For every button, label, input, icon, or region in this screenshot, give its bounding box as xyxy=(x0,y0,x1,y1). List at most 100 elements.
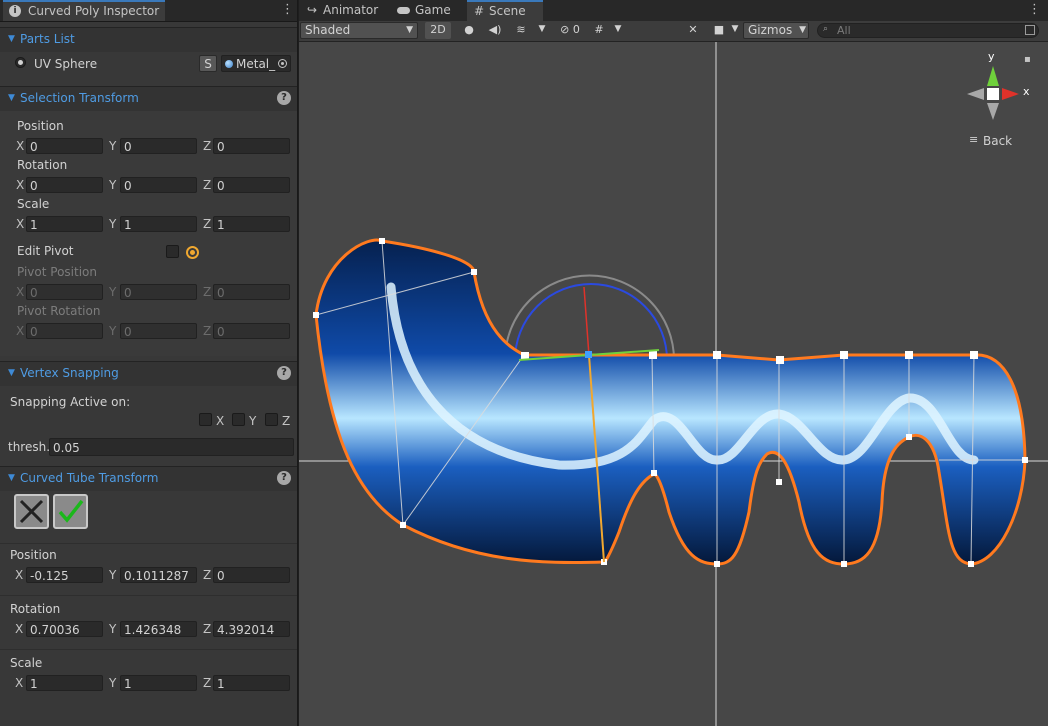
grid-snap-icon[interactable]: # xyxy=(589,22,609,39)
rotation-gizmo-outer-arc[interactable] xyxy=(504,274,675,361)
radio-selected-icon[interactable] xyxy=(15,57,26,68)
tube-position-x-field[interactable]: -0.125 xyxy=(26,567,103,583)
snap-x-label: X xyxy=(216,414,225,428)
gizmo-center-handle[interactable] xyxy=(585,351,592,358)
tab-label: Animator xyxy=(323,3,379,17)
divider xyxy=(0,595,297,596)
gizmos-dropdown[interactable]: Gizmos ▼ xyxy=(743,22,809,39)
pivot-position-label: Pivot Position xyxy=(17,265,97,279)
axis-y-label: Y xyxy=(109,622,117,636)
tube-scale-y-field[interactable]: 1 xyxy=(120,675,197,691)
selection-position-z-field[interactable]: 0 xyxy=(213,138,290,154)
grid-dropdown-arrow-icon[interactable]: ▼ xyxy=(611,22,625,39)
effects-dropdown-arrow-icon[interactable]: ▼ xyxy=(535,22,549,39)
tab-game[interactable]: Game xyxy=(395,0,465,21)
kebab-menu-icon[interactable]: ⋮ xyxy=(281,2,294,17)
camera-icon[interactable]: ■ xyxy=(709,22,729,39)
checkmark-icon xyxy=(58,499,84,523)
axis-y-label: Y xyxy=(109,568,117,582)
parts-list-item[interactable]: UV Sphere S Metal_ xyxy=(0,53,297,75)
scene-panel: ↪ Animator Game # Scene ⋮ Shaded ▼ 2D ● … xyxy=(299,0,1048,726)
axis-x-label: X xyxy=(16,178,25,192)
object-picker-icon[interactable] xyxy=(278,59,287,68)
hidden-objects-toggle[interactable]: ⊘ 0 xyxy=(555,22,585,39)
selection-transform-body: Position X 0 Y 0 Z 0 Rotation X 0 Y 0 Z … xyxy=(0,111,297,356)
thresh-field[interactable]: 0.05 xyxy=(49,438,294,456)
search-placeholder: All xyxy=(837,24,851,37)
part-label: UV Sphere xyxy=(34,57,98,71)
material-field[interactable]: Metal_ xyxy=(221,55,291,72)
material-sphere-icon xyxy=(225,60,233,68)
snap-y-checkbox[interactable] xyxy=(232,413,245,426)
selection-rotation-y-field[interactable]: 0 xyxy=(120,177,197,193)
selection-scale-x-field[interactable]: 1 xyxy=(26,216,103,232)
toggle-2d-button[interactable]: 2D xyxy=(425,22,451,39)
tube-position-y-field[interactable]: 0.1011287 xyxy=(120,567,197,583)
edit-pivot-checkbox[interactable] xyxy=(166,245,179,258)
scene-viewport[interactable]: ▪ y x ≡ Back xyxy=(299,42,1048,726)
selection-rotation-x-field[interactable]: 0 xyxy=(26,177,103,193)
help-icon[interactable]: ? xyxy=(277,91,291,105)
tab-curved-poly-inspector[interactable]: i Curved Poly Inspector xyxy=(3,0,165,21)
section-title: Vertex Snapping xyxy=(20,366,119,380)
dropdown-value: Shaded xyxy=(305,23,351,37)
tube-rotation-z-field[interactable]: 4.392014 xyxy=(213,621,290,637)
tab-animator[interactable]: ↪ Animator xyxy=(305,0,389,21)
tube-position-z-field[interactable]: 0 xyxy=(213,567,290,583)
camera-dropdown-arrow-icon[interactable]: ▼ xyxy=(729,22,741,39)
snap-x-checkbox[interactable] xyxy=(199,413,212,426)
cancel-button[interactable] xyxy=(14,494,49,529)
inspector-panel: i Curved Poly Inspector ⋮ ▼ Parts List U… xyxy=(0,0,298,726)
axis-z-label: Z xyxy=(203,676,212,690)
selection-position-y-field[interactable]: 0 xyxy=(120,138,197,154)
orientation-gizmo[interactable]: ▪ y x ≡ Back xyxy=(959,50,1039,152)
help-icon[interactable]: ? xyxy=(277,471,291,485)
tools-icon[interactable]: ✕ xyxy=(683,22,703,39)
axis-z-label: Z xyxy=(203,568,212,582)
lighting-bulb-icon[interactable]: ● xyxy=(459,22,479,39)
curved-tube-transform-header[interactable]: ▼ Curved Tube Transform ? xyxy=(0,466,297,491)
tube-scale-z-field[interactable]: 1 xyxy=(213,675,290,691)
s-button[interactable]: S xyxy=(199,55,217,72)
selection-scale-z-field[interactable]: 1 xyxy=(213,216,290,232)
view-back-label[interactable]: Back xyxy=(983,134,1012,148)
effects-layers-icon[interactable]: ≋ xyxy=(511,22,531,39)
axis-z-label: Z xyxy=(203,139,212,153)
hamburger-icon: ≡ xyxy=(969,133,979,146)
axis-x-label: X xyxy=(15,622,24,636)
vertex-snapping-header[interactable]: ▼ Vertex Snapping ? xyxy=(0,361,297,386)
pivot-rotation-label: Pivot Rotation xyxy=(17,304,101,318)
divider xyxy=(0,543,297,544)
help-icon[interactable]: ? xyxy=(277,366,291,380)
scene-search-field[interactable]: ⌕ All xyxy=(817,23,1039,38)
kebab-menu-icon[interactable]: ⋮ xyxy=(1028,2,1041,17)
selection-scale-y-field[interactable]: 1 xyxy=(120,216,197,232)
axis-y-label: Y xyxy=(109,676,117,690)
pivot-position-x-field: 0 xyxy=(26,284,103,300)
axis-x-label: X xyxy=(15,568,24,582)
audio-speaker-icon[interactable]: ◀) xyxy=(485,22,505,39)
tab-label: Game xyxy=(415,3,451,17)
search-scene-icon[interactable] xyxy=(1025,25,1035,35)
selection-position-x-field[interactable]: 0 xyxy=(26,138,103,154)
dropdown-arrow-icon: ▼ xyxy=(406,25,413,35)
dropdown-arrow-icon: ▼ xyxy=(799,25,806,35)
tab-scene[interactable]: # Scene xyxy=(467,0,543,21)
rotation-label: Rotation xyxy=(10,602,61,616)
parts-list-header[interactable]: ▼ Parts List xyxy=(0,27,297,52)
pivot-position-z-field: 0 xyxy=(213,284,290,300)
snap-z-checkbox[interactable] xyxy=(265,413,278,426)
tube-rotation-y-field[interactable]: 1.426348 xyxy=(120,621,197,637)
pivot-target-icon[interactable] xyxy=(186,246,199,259)
selection-rotation-z-field[interactable]: 0 xyxy=(213,177,290,193)
tube-rotation-x-field[interactable]: 0.70036 xyxy=(26,621,103,637)
position-label: Position xyxy=(17,119,64,133)
gamepad-icon xyxy=(397,7,410,14)
axis-y-label: Y xyxy=(109,178,117,192)
selection-transform-header[interactable]: ▼ Selection Transform ? xyxy=(0,86,297,111)
shading-mode-dropdown[interactable]: Shaded ▼ xyxy=(300,22,418,39)
axis-z-label: Z xyxy=(203,217,212,231)
tube-scale-x-field[interactable]: 1 xyxy=(26,675,103,691)
axis-z-label: Z xyxy=(203,285,212,299)
apply-button[interactable] xyxy=(53,494,88,529)
